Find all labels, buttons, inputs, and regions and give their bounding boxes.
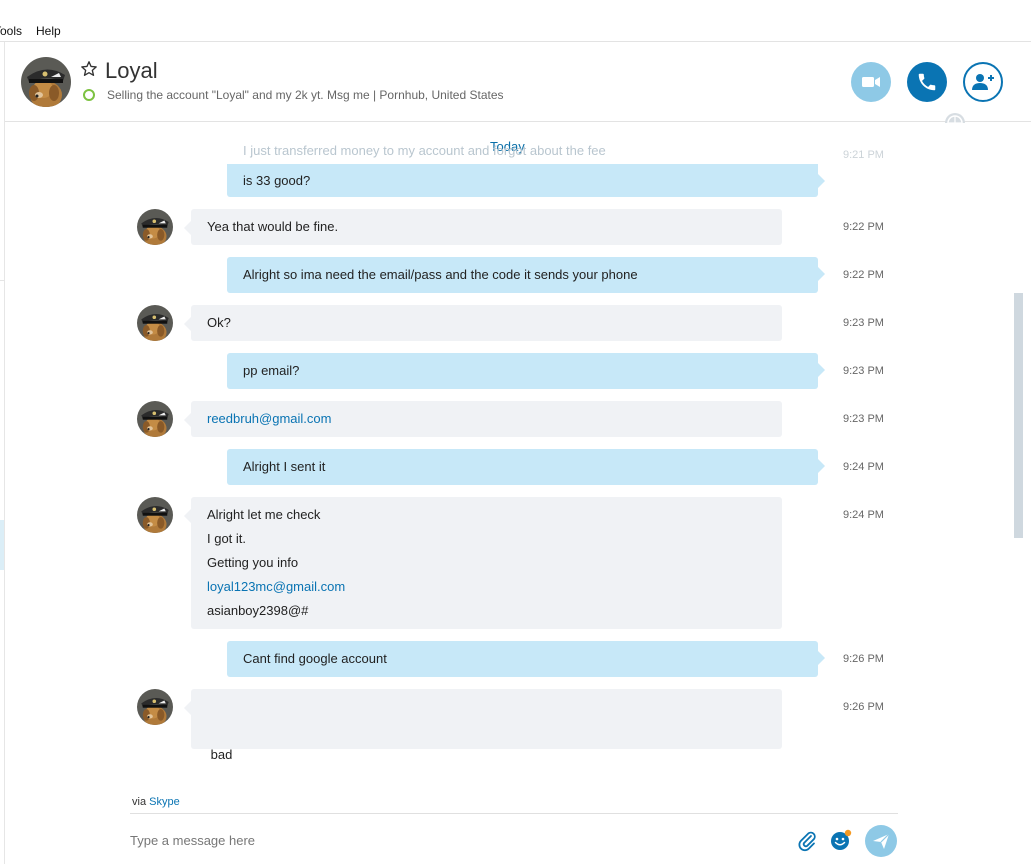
contact-name[interactable]: Loyal [105,58,158,84]
sender-avatar[interactable] [137,401,173,437]
dog-avatar-icon [21,57,71,107]
message-text: Alright let me check [207,507,321,522]
message-input[interactable] [130,826,770,854]
message-time: 9:22 PM [843,221,884,233]
incoming-message[interactable]: Alright let me check I got it. Getting y… [184,497,782,629]
outgoing-message[interactable]: pp email? [227,353,825,389]
dog-avatar-icon [137,401,173,437]
sender-avatar[interactable] [137,497,173,533]
message-time: 9:23 PM [843,365,884,377]
outgoing-message[interactable]: Cant find google account [227,641,825,677]
message-text: asianboy2398@# [207,603,309,618]
message-text: Yea that would be fine. [207,219,339,234]
video-camera-icon [862,77,880,87]
outgoing-message[interactable]: is 33 good? [227,164,825,197]
dog-avatar-icon [137,209,173,245]
faded-message-time: 9:21 PM [843,149,884,161]
menu-tools[interactable]: Tools [0,24,22,38]
menu-bar: Tools Help [0,0,1031,42]
menu-help[interactable]: Help [36,24,61,38]
sender-avatar[interactable] [137,209,173,245]
send-button[interactable] [865,825,897,857]
message-text: is 33 good? [243,173,311,188]
mood-message: Selling the account "Loyal" and my 2k yt… [107,88,504,102]
sidebar-selected-marker [0,520,4,570]
contact-avatar[interactable] [21,57,71,107]
message-time: 9:23 PM [843,317,884,329]
online-status-icon [83,89,95,101]
chat-scrollbar-thumb[interactable] [1014,293,1023,538]
message-text: Alright so ima need the email/pass and t… [243,267,638,282]
add-person-icon [972,74,994,90]
sender-avatar[interactable] [137,305,173,341]
message-time: 9:24 PM [843,461,884,473]
dog-avatar-icon [137,497,173,533]
send-arrow-icon [873,833,890,849]
sender-avatar[interactable] [137,689,173,725]
video-call-button[interactable] [851,62,891,102]
message-time: 9:23 PM [843,413,884,425]
compose-divider [130,813,898,814]
phone-icon [918,73,936,91]
incoming-message[interactable]: bad loyalmc123 [184,689,782,762]
incoming-message[interactable]: Yea that would be fine. [184,209,782,245]
incoming-message[interactable]: Ok? [184,305,782,341]
message-text: Alright I sent it [243,459,326,474]
conversation-history[interactable]: Today I just transferred money to my acc… [5,123,1014,783]
email-link[interactable]: reedbruh@gmail.com [207,407,766,431]
conversation-header: Loyal Selling the account "Loyal" and my… [5,42,1031,122]
message-text: bad [207,747,233,762]
outgoing-message[interactable]: Alright I sent it [227,449,825,485]
message-text: Ok? [207,315,231,330]
message-time: 9:22 PM [843,269,884,281]
via-skype-link[interactable]: Skype [149,796,180,808]
emoticon-icon[interactable] [830,829,852,851]
audio-call-button[interactable] [907,62,947,102]
add-people-button[interactable] [963,62,1003,102]
faded-previous-message: I just transferred money to my account a… [243,143,606,158]
incoming-message[interactable]: reedbruh@gmail.com [184,401,782,437]
message-time: 9:26 PM [843,701,884,713]
message-text: Cant find google account [243,651,387,666]
message-time: 9:26 PM [843,653,884,665]
paperclip-icon[interactable] [796,830,818,852]
dog-avatar-icon [137,689,173,725]
outgoing-message[interactable]: Alright so ima need the email/pass and t… [227,257,825,293]
message-text: pp email? [243,363,300,378]
via-prefix: via [132,796,147,808]
email-link[interactable]: loyal123mc@gmail.com [207,575,766,599]
message-text: I got it. [207,531,247,546]
via-skype-label: via Skype [132,796,180,808]
message-time: 9:24 PM [843,509,884,521]
message-text: Getting you info [207,555,299,570]
dog-avatar-icon [137,305,173,341]
favorite-star-icon[interactable] [80,60,98,78]
